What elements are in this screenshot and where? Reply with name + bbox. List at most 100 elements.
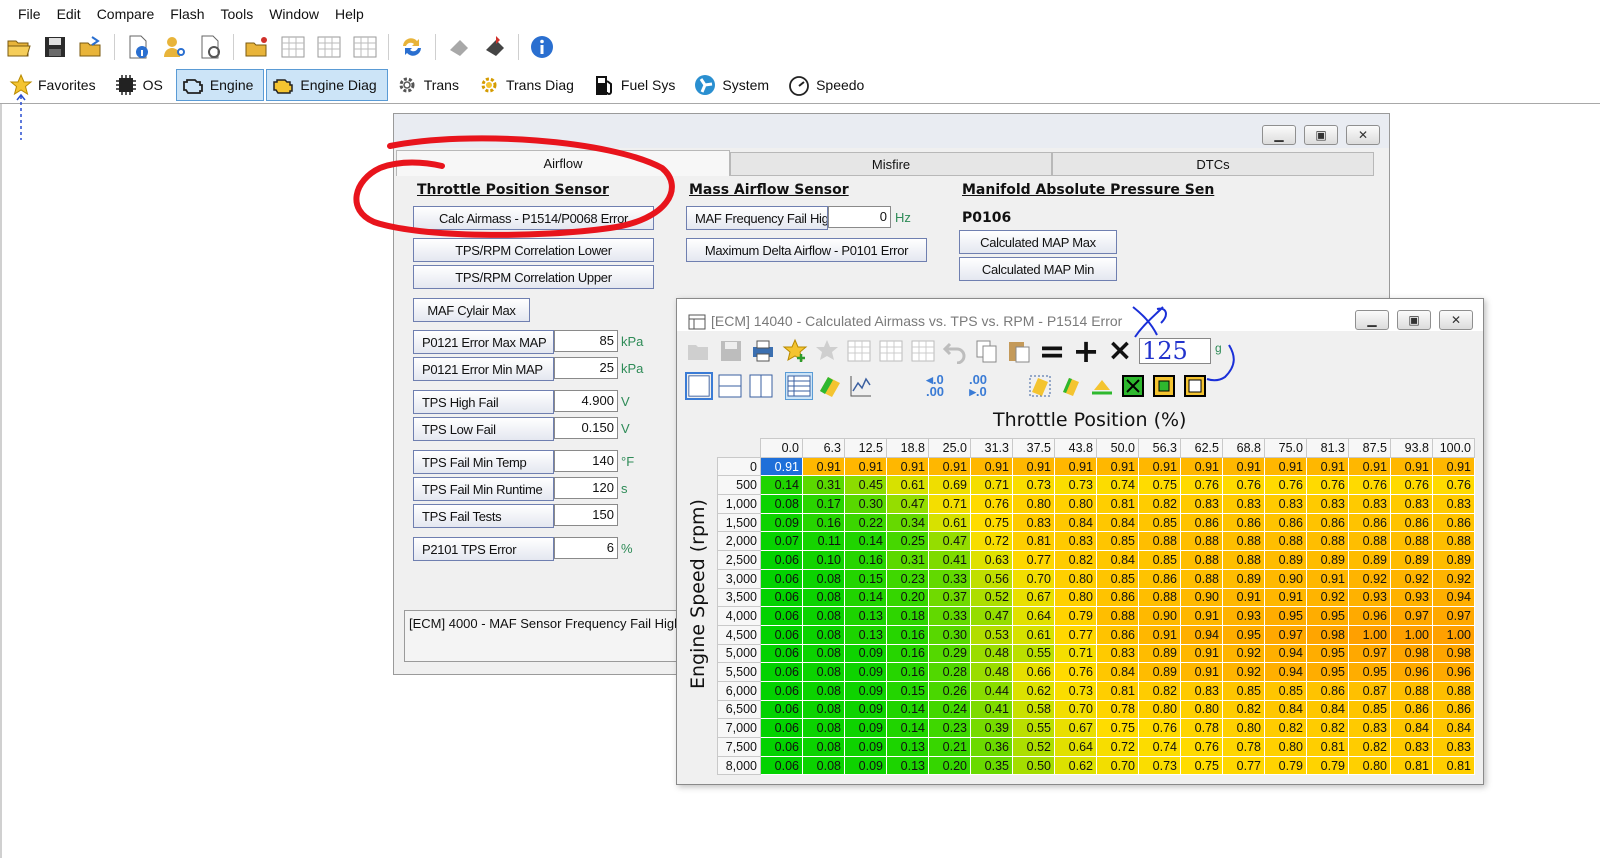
table-cell[interactable]: 1.00 — [1390, 624, 1433, 645]
new-table-icon[interactable] — [242, 32, 272, 62]
table-cell[interactable]: 0.91 — [1306, 456, 1349, 477]
table-cell[interactable]: 0.52 — [970, 587, 1013, 608]
table-cell[interactable]: 0.89 — [1222, 568, 1265, 589]
table-cell[interactable]: 0.69 — [928, 475, 971, 496]
table-cell[interactable]: 0.80 — [1222, 718, 1265, 738]
info-icon[interactable] — [527, 32, 557, 62]
table-cell[interactable]: 0.70 — [1096, 755, 1139, 776]
table-cell[interactable]: 0.85 — [1222, 680, 1265, 701]
row-header[interactable]: 3,500 — [717, 587, 761, 608]
table-cell[interactable]: 0.47 — [928, 531, 971, 552]
table-cell[interactable]: 0.06 — [760, 718, 803, 738]
table-cell[interactable]: 0.58 — [1012, 699, 1055, 720]
table-cell[interactable]: 0.47 — [970, 606, 1013, 626]
table-cell[interactable]: 0.20 — [928, 755, 971, 776]
table-cell[interactable]: 0.61 — [1012, 624, 1055, 645]
table-cell[interactable]: 0.91 — [1180, 643, 1223, 664]
view-table-icon[interactable] — [785, 372, 813, 400]
table-cell[interactable]: 0.91 — [760, 456, 803, 477]
table-cell[interactable]: 0.88 — [1138, 587, 1181, 608]
table-cell[interactable]: 0.52 — [1012, 737, 1055, 757]
table-cell[interactable]: 0.74 — [1096, 475, 1139, 496]
paste-icon[interactable] — [1005, 337, 1033, 365]
table-cell[interactable]: 0.80 — [1138, 699, 1181, 720]
table-cell[interactable]: 0.95 — [1222, 624, 1265, 645]
table-cell[interactable]: 0.93 — [1348, 587, 1391, 608]
row-header[interactable]: 1,000 — [717, 494, 761, 514]
table-cell[interactable]: 0.80 — [1054, 494, 1097, 514]
table-cell[interactable]: 0.09 — [844, 737, 887, 757]
table-cell[interactable]: 0.83 — [1432, 737, 1475, 757]
table-cell[interactable]: 0.13 — [844, 606, 887, 626]
table-cell[interactable]: 0.17 — [802, 494, 845, 514]
table-cell[interactable]: 0.61 — [886, 475, 929, 496]
table-cell[interactable]: 0.16 — [886, 624, 929, 645]
table-cell[interactable]: 0.80 — [1054, 587, 1097, 608]
table-cell[interactable]: 0.81 — [1012, 531, 1055, 552]
tab-speedo[interactable]: Speedo — [782, 69, 875, 101]
table-cell[interactable]: 0.91 — [1138, 456, 1181, 477]
table-cell[interactable]: 0.83 — [1390, 494, 1433, 514]
table-cell[interactable]: 1.00 — [1348, 624, 1391, 645]
table-cell[interactable]: 0.88 — [1306, 531, 1349, 552]
table-cell[interactable]: 0.95 — [1264, 606, 1307, 626]
table-cell[interactable]: 0.83 — [1348, 718, 1391, 738]
tab-trans-diag[interactable]: Trans Diag — [472, 69, 585, 101]
table-cell[interactable]: 0.18 — [886, 606, 929, 626]
table-cell[interactable]: 0.94 — [1432, 587, 1475, 608]
table-cell[interactable]: 0.86 — [1390, 512, 1433, 533]
table-cell[interactable]: 0.14 — [886, 699, 929, 720]
table-cell[interactable]: 0.07 — [760, 531, 803, 552]
table-cell[interactable]: 0.83 — [1390, 737, 1433, 757]
table-cell[interactable]: 0.91 — [1180, 606, 1223, 626]
table-cell[interactable]: 0.13 — [886, 755, 929, 776]
table-cell[interactable]: 0.91 — [844, 456, 887, 477]
select-cells-icon[interactable] — [1119, 372, 1147, 400]
row-header[interactable]: 6,500 — [717, 699, 761, 720]
table-cell[interactable]: 0.84 — [1054, 512, 1097, 533]
table-cell[interactable]: 0.31 — [802, 475, 845, 496]
table-cell[interactable]: 0.80 — [1264, 737, 1307, 757]
tps-fail-min-temp-label[interactable]: TPS Fail Min Temp — [413, 450, 554, 474]
table-cell[interactable]: 0.89 — [1390, 550, 1433, 570]
table-cell[interactable]: 0.08 — [802, 568, 845, 589]
row-header[interactable]: 5,500 — [717, 662, 761, 682]
color-scale-3-icon[interactable] — [1088, 372, 1116, 400]
column-header[interactable]: 18.8 — [886, 438, 929, 458]
table-cell[interactable]: 0.08 — [802, 680, 845, 701]
table-cell[interactable]: 0.85 — [1138, 550, 1181, 570]
table-cell[interactable]: 0.83 — [1432, 494, 1475, 514]
user-key-icon[interactable] — [159, 32, 189, 62]
table-cell[interactable]: 0.14 — [844, 531, 887, 552]
table-cell[interactable]: 0.83 — [1180, 680, 1223, 701]
column-header[interactable]: 68.8 — [1222, 438, 1265, 458]
table-cell[interactable]: 0.91 — [970, 456, 1013, 477]
table-cell[interactable]: 0.13 — [844, 624, 887, 645]
table-cell[interactable]: 0.76 — [1054, 662, 1097, 682]
favorite-icon[interactable] — [813, 337, 841, 365]
column-header[interactable]: 50.0 — [1096, 438, 1139, 458]
table-cell[interactable]: 0.93 — [1222, 606, 1265, 626]
table-cell[interactable]: 0.06 — [760, 699, 803, 720]
table-cell[interactable]: 0.81 — [1096, 680, 1139, 701]
column-header[interactable]: 93.8 — [1390, 438, 1433, 458]
row-header[interactable]: 7,500 — [717, 737, 761, 757]
table-cell[interactable]: 0.08 — [802, 624, 845, 645]
table-cell[interactable]: 0.50 — [1012, 755, 1055, 776]
view-split-vertical-icon[interactable] — [747, 372, 775, 400]
table-cell[interactable]: 0.73 — [1138, 755, 1181, 776]
table-cell[interactable]: 0.30 — [844, 494, 887, 514]
table-cell[interactable]: 0.91 — [1264, 456, 1307, 477]
table-cell[interactable]: 0.24 — [928, 699, 971, 720]
table-cell[interactable]: 0.89 — [1432, 550, 1475, 570]
table-cell[interactable]: 0.75 — [1180, 755, 1223, 776]
calculated-map-max-button[interactable]: Calculated MAP Max — [959, 230, 1117, 254]
undo-icon[interactable] — [941, 337, 969, 365]
table-cell[interactable]: 0.76 — [1180, 475, 1223, 496]
table-cell[interactable]: 0.86 — [1306, 512, 1349, 533]
table-cell[interactable]: 0.81 — [1390, 755, 1433, 776]
table-cell[interactable]: 0.82 — [1348, 737, 1391, 757]
table-cell[interactable]: 0.84 — [1096, 512, 1139, 533]
table-cell[interactable]: 0.73 — [1054, 475, 1097, 496]
table-cell[interactable]: 0.82 — [1138, 680, 1181, 701]
